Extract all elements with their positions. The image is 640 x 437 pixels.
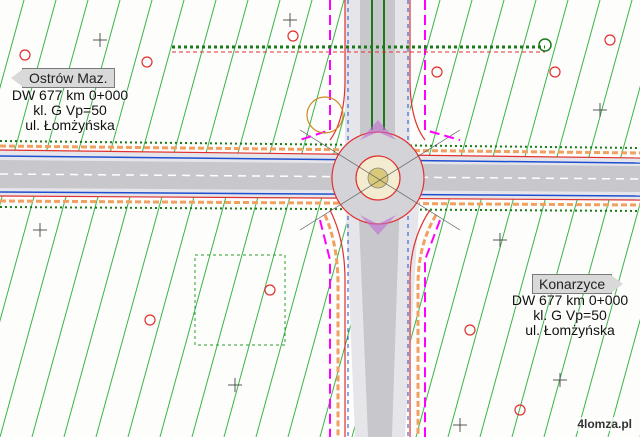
parcel-line [575,202,640,437]
survey-cross [493,233,507,247]
lot-outline [194,254,286,346]
south-east-sidewalk [416,214,438,437]
tree-marker [549,66,561,78]
parcel-line [31,0,153,437]
parcel-line [511,0,633,437]
south-green-belt [0,206,640,212]
east-road-info: DW 677 km 0+000 kl. G Vp=50 ul. Łomżyńsk… [500,293,640,338]
tree-marker [464,324,476,336]
survey-cross [553,373,567,387]
east-direction-label: Konarzyce [539,276,606,292]
west-road-km: DW 677 km 0+000 [11,87,129,103]
parcel-line [447,0,569,437]
tree-marker [141,56,153,68]
parcel-line [127,0,249,437]
tree-marker [264,284,276,296]
parcel-line [0,0,25,90]
parcel-line [95,0,217,437]
tree-marker [604,34,616,46]
parcel-line [479,0,601,437]
tree-marker [19,49,31,61]
west-direction-sign: Ostrów Maz. [11,68,115,88]
north-east-curb [409,0,426,141]
parcel-lines [0,0,640,437]
parcel-line [0,0,89,323]
survey-cross [283,13,297,27]
parcel-line [0,0,121,437]
east-road-km: DW 677 km 0+000 [511,292,629,308]
north-green-belt [0,140,640,149]
survey-cross [593,103,607,117]
parcel-line [63,0,185,437]
west-direction-label: Ostrów Maz. [29,70,108,86]
west-road-class: kl. G Vp=50 [33,102,107,118]
parcel-line [191,0,313,437]
east-road-class: kl. G Vp=50 [533,307,607,323]
tree-marker [144,314,156,326]
survey-cross [93,33,107,47]
west-road-info: DW 677 km 0+000 kl. G Vp=50 ul. Łomżyńsk… [0,88,140,133]
roundabout-plan-map: Ostrów Maz. DW 677 km 0+000 kl. G Vp=50 … [0,0,640,437]
map-drawing [0,0,640,437]
east-street-name: ul. Łomżyńska [525,322,615,338]
south-west-sidewalk [323,214,340,437]
island-core [367,167,389,189]
east-direction-sign: Konarzyce [532,274,624,294]
parcel-line [159,0,281,437]
west-street-name: ul. Łomżyńska [25,117,115,133]
parcel-line [607,318,640,437]
survey-cross [453,418,467,432]
survey-cross [33,223,47,237]
tree-marker [287,30,299,42]
site-watermark: 4lomza.pl [575,417,634,431]
tree-marker [431,66,443,78]
main-road [0,140,640,212]
